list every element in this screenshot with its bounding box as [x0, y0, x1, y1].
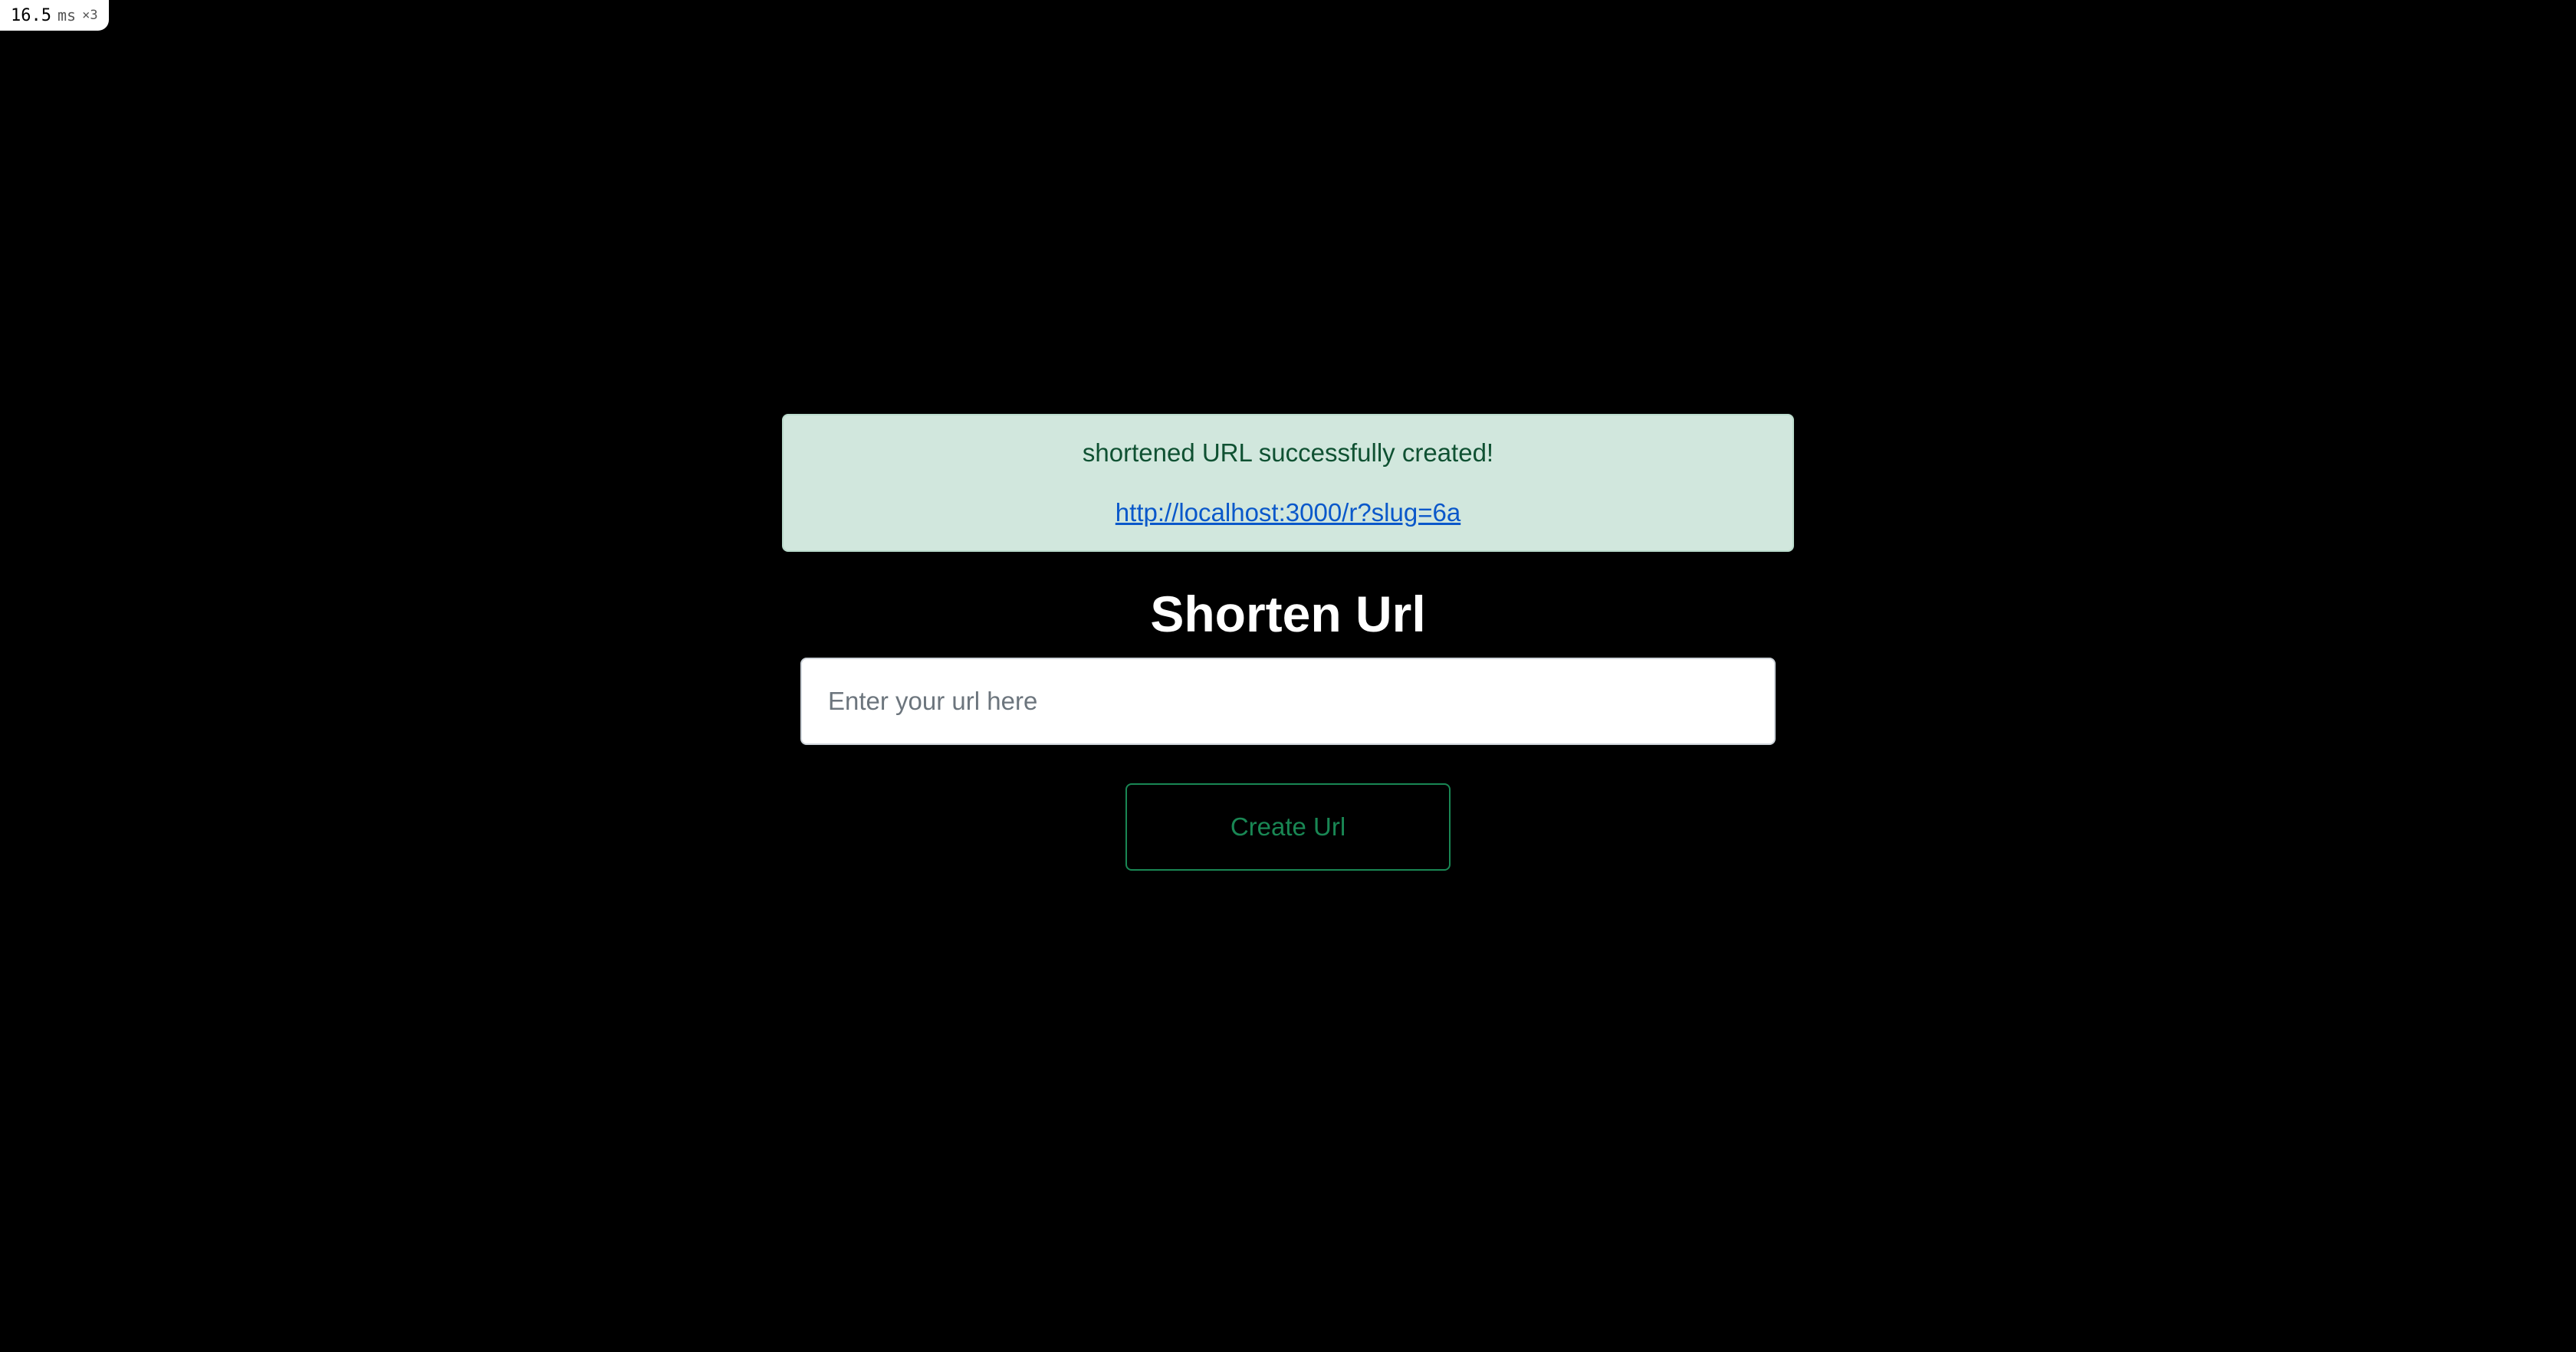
create-url-button[interactable]: Create Url: [1125, 783, 1451, 871]
perf-multiplier: ×3: [82, 8, 98, 23]
button-row: Create Url: [782, 783, 1794, 871]
shortener-container: shortened URL successfully created! http…: [782, 414, 1794, 871]
page-title: Shorten Url: [1150, 586, 1426, 642]
alert-message: shortened URL successfully created!: [1082, 438, 1494, 467]
perf-unit: ms: [57, 6, 77, 25]
success-alert: shortened URL successfully created! http…: [782, 414, 1794, 552]
perf-value: 16.5: [11, 5, 51, 25]
url-input-wrapper: [800, 658, 1776, 745]
short-url-link[interactable]: http://localhost:3000/r?slug=6a: [1116, 498, 1460, 527]
url-input[interactable]: [800, 658, 1776, 745]
performance-badge: 16.5 ms ×3: [0, 0, 109, 31]
